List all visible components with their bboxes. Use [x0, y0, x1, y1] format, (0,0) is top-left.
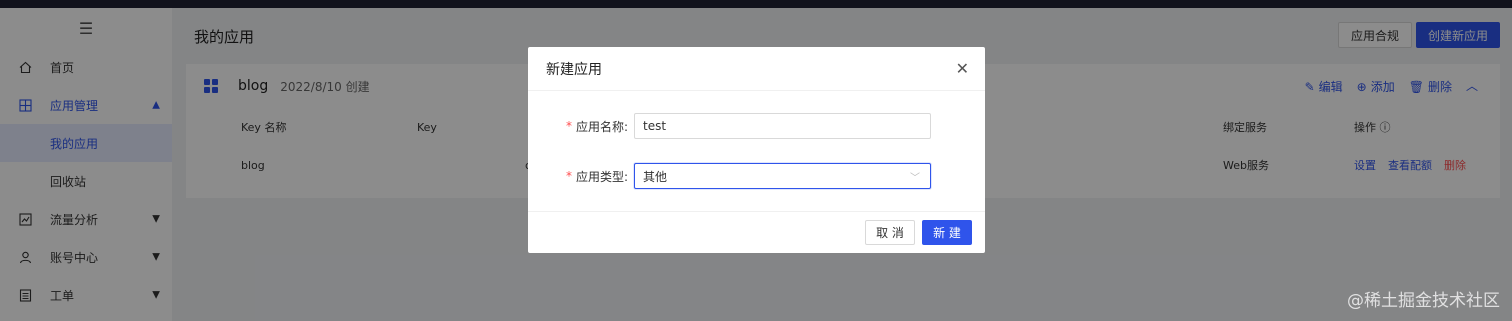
new-app-modal: 新建应用 ✕ * 应用名称: test * 应用类型: 其他 ﹀ 取 消 新 建: [528, 47, 985, 253]
chevron-down-icon: ﹀: [910, 173, 920, 184]
form-row-name: * 应用名称: test: [528, 113, 985, 139]
app-name-input[interactable]: test: [634, 113, 931, 139]
app-type-label: * 应用类型:: [565, 169, 628, 184]
modal-title: 新建应用: [546, 61, 602, 78]
modal-footer: 取 消 新 建: [528, 211, 985, 253]
create-button[interactable]: 新 建: [922, 220, 972, 245]
cancel-button[interactable]: 取 消: [865, 220, 915, 245]
modal-header: 新建应用 ✕: [528, 47, 985, 91]
app-type-select[interactable]: 其他 ﹀: [634, 163, 931, 189]
form-row-type: * 应用类型: 其他 ﹀: [528, 163, 985, 189]
app-name-label: * 应用名称:: [565, 119, 628, 134]
watermark: @稀土掘金技术社区: [1347, 291, 1500, 311]
app-type-value: 其他: [643, 169, 668, 184]
close-icon[interactable]: ✕: [956, 59, 969, 78]
